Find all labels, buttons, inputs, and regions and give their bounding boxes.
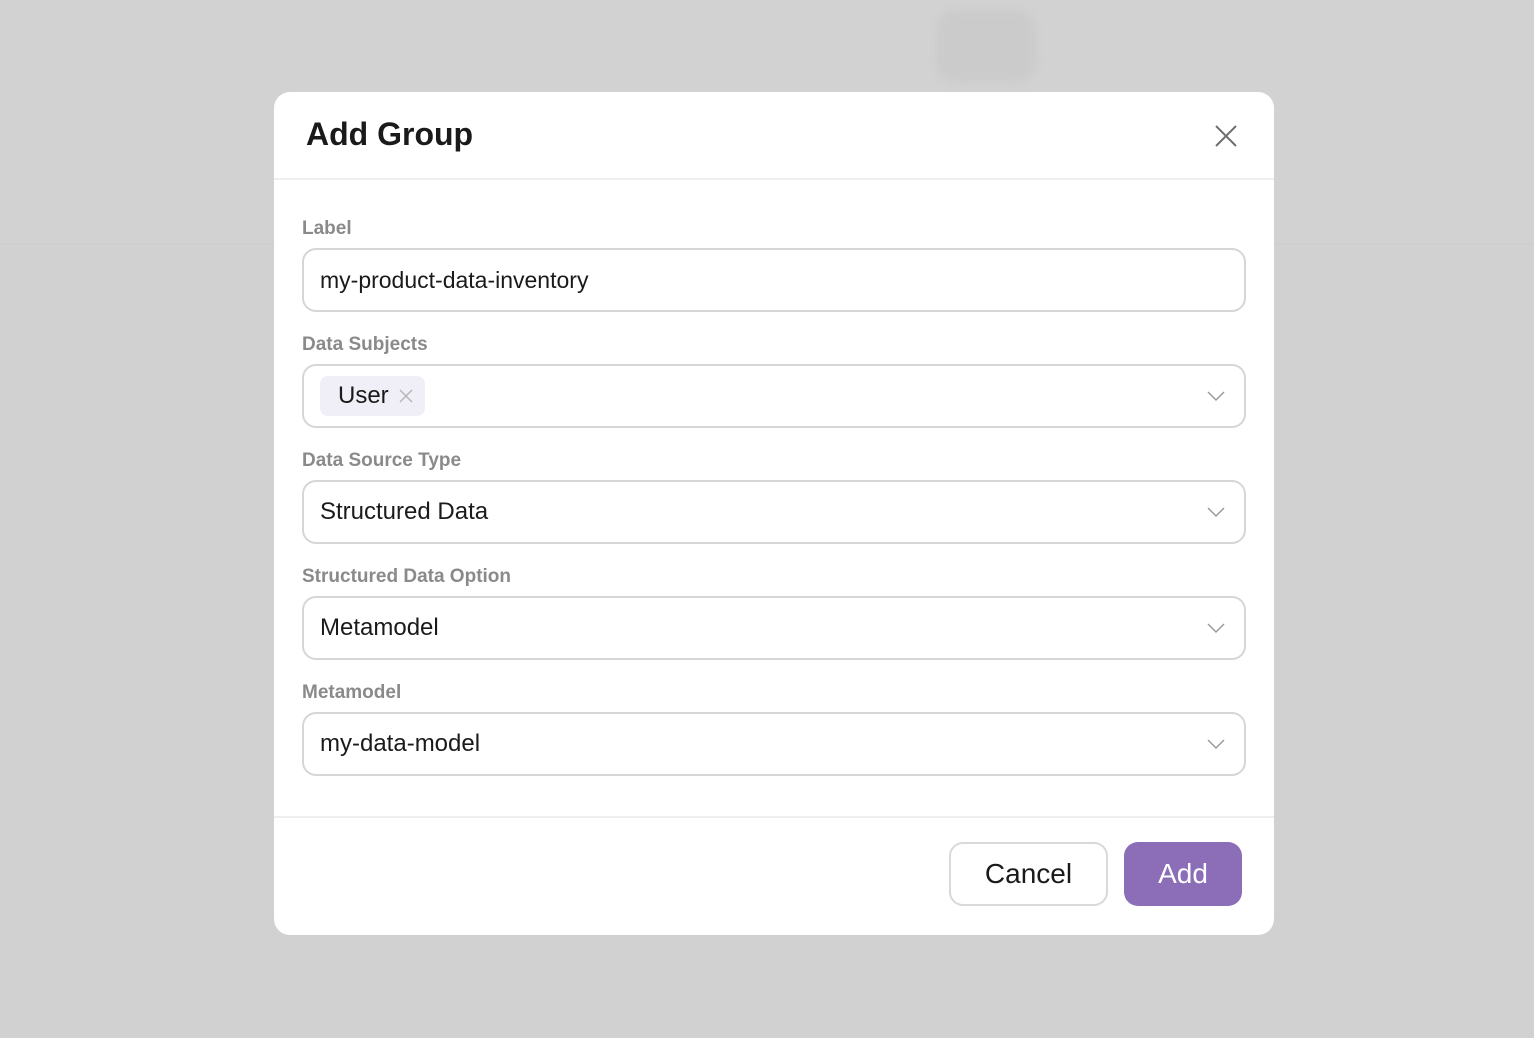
add-group-modal: Add Group Label Data Subjects User [274,92,1274,935]
tag-remove-button[interactable] [399,389,413,403]
chevron-down-icon [1206,622,1226,634]
structured-data-option-label: Structured Data Option [302,566,512,587]
data-subject-tag-label: User [338,382,389,409]
metamodel-label: Metamodel [302,682,402,703]
metamodel-field: Metamodel my-data-model [302,682,1246,776]
close-button[interactable] [1210,120,1242,152]
structured-data-option-select[interactable]: Metamodel [302,596,1246,660]
close-icon [1215,125,1237,147]
modal-footer: Cancel Add [274,816,1274,935]
cancel-button[interactable]: Cancel [949,842,1108,906]
data-subject-tag: User [320,376,425,416]
close-icon [399,389,413,403]
label-field-label: Label [302,218,352,239]
chevron-down-icon [1206,390,1226,402]
chevron-down-icon [1206,506,1226,518]
metamodel-select[interactable]: my-data-model [302,712,1246,776]
metamodel-value: my-data-model [320,730,481,757]
data-subjects-field: Data Subjects User [302,334,1246,428]
data-subjects-label: Data Subjects [302,334,428,355]
structured-data-option-field: Structured Data Option Metamodel [302,566,1246,660]
modal-header: Add Group [274,92,1274,180]
data-subjects-select[interactable]: User [302,364,1246,428]
chevron-down-icon [1206,738,1226,750]
structured-data-option-value: Metamodel [320,614,439,641]
label-field: Label [302,218,1246,312]
data-source-type-value: Structured Data [320,498,489,525]
background-avatar [936,10,1036,82]
modal-title: Add Group [306,116,474,152]
data-source-type-select[interactable]: Structured Data [302,480,1246,544]
data-source-type-label: Data Source Type [302,450,462,471]
label-input[interactable] [320,266,1228,294]
label-input-wrapper [302,248,1246,312]
add-button[interactable]: Add [1124,842,1242,906]
modal-body: Label Data Subjects User [274,180,1274,776]
data-source-type-field: Data Source Type Structured Data [302,450,1246,544]
